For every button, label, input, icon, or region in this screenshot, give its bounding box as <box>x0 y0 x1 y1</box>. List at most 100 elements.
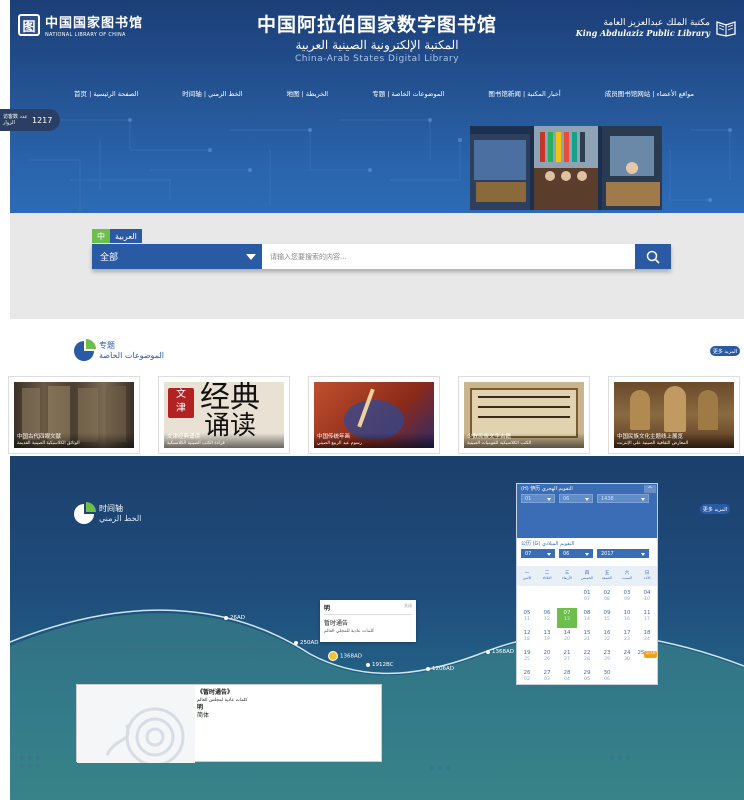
calendar-day[interactable]: 14 20 <box>557 628 577 648</box>
calendar-day[interactable]: 15 21 <box>577 628 597 648</box>
calendar-empty-cell <box>557 588 577 608</box>
gregorian-month-select[interactable]: 06 <box>559 549 593 558</box>
hijri-day-select[interactable]: 01 <box>521 494 555 503</box>
collapse-chevron-up-icon[interactable]: ^ <box>644 485 656 493</box>
visitor-counter: 访客数 عدد الزوار 1217 <box>0 109 60 131</box>
calendar-day[interactable]: 01 07 <box>577 588 597 608</box>
timeline-title-cn: 时间轴 <box>99 504 123 513</box>
weekday-header: 六 السبت <box>617 571 637 581</box>
weekday-ar: السبت <box>622 576 632 580</box>
calendar-day[interactable]: 20 26 <box>537 648 557 668</box>
topic-card-online-exhibition[interactable]: 中国民族文化主题线上展览 المعارض الثقافية الصينية على… <box>608 376 740 454</box>
search-input[interactable] <box>262 244 635 269</box>
calendar-day[interactable]: 23 29 <box>597 648 617 668</box>
calendar-day[interactable]: 21 27 <box>557 648 577 668</box>
lang-tab-chinese[interactable]: 中 <box>92 229 110 243</box>
gregorian-day-number: 07 <box>563 610 571 616</box>
search-icon <box>646 250 660 264</box>
calendar-day[interactable]: 13 19 <box>537 628 557 648</box>
timeline-point-active[interactable]: 1368AD <box>328 651 362 661</box>
nav-library-news[interactable]: 图书馆新闻 | أخبار المكتبة <box>488 88 560 98</box>
cloud-pattern-decoration <box>77 685 195 763</box>
timeline-point[interactable]: 26AD <box>224 615 245 621</box>
main-nav: 首页 | الصفحة الرئيسية 时间轴 | الخط الزمني 地… <box>74 88 694 98</box>
calendar-day[interactable]: 02 08 <box>597 588 617 608</box>
nav-map[interactable]: 地图 | الخريطة <box>287 88 329 98</box>
visitor-count: 1217 <box>32 115 53 125</box>
calendar-day[interactable]: 19 25 <box>517 648 537 668</box>
timeline-more-button[interactable]: 更多 المزيد <box>700 504 730 514</box>
calendar-day[interactable]: 12 18 <box>517 628 537 648</box>
calendar-day[interactable]: 05 11 <box>517 608 537 628</box>
timeline-point[interactable]: 1206AD <box>426 666 454 672</box>
calendar-day[interactable]: 24 30 <box>617 648 637 668</box>
gregorian-header: 公历 (G) التقويم الميلادي 07 06 2017 <box>517 538 657 566</box>
gregorian-label: 公历 (G) التقويم الميلادي <box>521 541 575 547</box>
nav-home[interactable]: 首页 | الصفحة الرئيسية <box>74 88 138 98</box>
weekday-header: 日 الأحد <box>637 571 657 581</box>
calendar-day[interactable]: 09 15 <box>597 608 617 628</box>
dual-calendar: (H) 伊历 التقويم الهجري 01 06 1438 ^ 公历 (G… <box>516 483 658 685</box>
calendar-day[interactable]: 03 09 <box>617 588 637 608</box>
calendar-day[interactable]: 11 17 <box>637 608 657 628</box>
weekday-ar: الثلاثاء <box>542 576 552 580</box>
calendar-day[interactable]: 06 12 <box>537 608 557 628</box>
gregorian-day-select[interactable]: 07 <box>521 549 555 558</box>
nav-timeline[interactable]: 时间轴 | الخط الزمني <box>182 88 242 98</box>
calendar-day[interactable]: 22 28 <box>577 648 597 668</box>
timeline-point[interactable]: 1368AD <box>486 649 514 655</box>
gregorian-day-number: 04 <box>643 590 651 596</box>
hijri-day-number: 28 <box>584 656 590 662</box>
timeline-point[interactable]: 250AD <box>294 640 319 646</box>
gregorian-day-value: 07 <box>525 550 532 557</box>
hijri-day-number: 27 <box>564 656 570 662</box>
calendar-day[interactable]: 26 02 <box>517 668 537 688</box>
nav-topics[interactable]: 专题 | الموضوعات الخاصة <box>372 88 444 98</box>
calendar-day[interactable]: 16 22 <box>597 628 617 648</box>
calendar-day[interactable]: 10 16 <box>617 608 637 628</box>
hijri-day-number: 30 <box>624 656 630 662</box>
topics-more-button[interactable]: 更多 المزيد <box>710 346 740 356</box>
calendar-day[interactable]: 08 14 <box>577 608 597 628</box>
calendar-day[interactable]: 28 04 <box>557 668 577 688</box>
topic-card-ancient-documents[interactable]: 中国古代四眼文献 الوثائق الكلاسيكية الصينية القدي… <box>8 376 140 454</box>
timeline-dot <box>224 615 228 620</box>
calendar-empty-cell <box>617 668 637 688</box>
search-button[interactable] <box>635 244 671 269</box>
popup-close-button[interactable]: 关闭 <box>404 603 412 612</box>
search-scope-select[interactable]: 全部 <box>92 244 262 269</box>
hijri-label: (H) 伊历 التقويم الهجري <box>521 486 573 492</box>
calendar-day[interactable]: 27 03 <box>537 668 557 688</box>
gregorian-year-select[interactable]: 2017 <box>597 549 649 558</box>
gregorian-day-number: 21 <box>563 650 571 656</box>
calendar-day[interactable]: 30 06 <box>597 668 617 688</box>
topic-card-classic-reading[interactable]: 文津 经典 诵读 文津经典诵读 قراءة الكتب الصينية الكلا… <box>158 376 290 454</box>
timeline-popup[interactable]: 明 关闭 暂时通告 كلمات عادية للمجلي العالم <box>320 600 416 642</box>
calendar-day[interactable]: 18 24 <box>637 628 657 648</box>
detail-title-ar: كلمات عادية لمجلس العالم <box>197 697 248 703</box>
timeline-title-ar: الخط الزمني <box>99 514 142 523</box>
topic-card-title-ar: الكتب الكلاسيكية للقوميات الصينية <box>467 440 532 446</box>
gregorian-day-number: 15 <box>583 630 591 636</box>
hijri-month-select[interactable]: 06 <box>559 494 593 503</box>
kapl-logo[interactable]: مكتبة الملك عبدالعزيز العامة King Abdula… <box>576 18 736 38</box>
lang-tab-arabic[interactable]: العربية <box>110 229 142 243</box>
calendar-day[interactable]: 17 23 <box>617 628 637 648</box>
popup-text: 暂时通告 <box>324 620 349 627</box>
weekday-header: 四 الخميس <box>577 571 597 581</box>
topic-card-minority-scripts[interactable]: 少数民族文字古籍 الكتب الكلاسيكية للقوميات الصيني… <box>458 376 590 454</box>
hijri-day-number: 11 <box>524 616 530 622</box>
banner-photo[interactable] <box>470 126 662 210</box>
timeline-point[interactable]: 1912BC <box>366 662 394 668</box>
gregorian-month-value: 06 <box>563 550 570 557</box>
calendar-empty-cell <box>517 588 537 608</box>
hijri-year-select[interactable]: 1438 <box>597 494 649 503</box>
calendar-day[interactable]: 07 13 <box>557 608 577 628</box>
calendar-day[interactable]: 251/10 <box>637 648 657 668</box>
topic-card-new-year-paintings[interactable]: 中国传统年画 رسوم عيد الربيع الصيني <box>308 376 440 454</box>
timeline-detail-card[interactable]: 《暂时通告》 كلمات عادية لمجلس العالم 明 简体 <box>76 684 382 763</box>
calendar-day[interactable]: 29 05 <box>577 668 597 688</box>
calendar-empty-cell <box>637 668 657 688</box>
nav-member-libraries[interactable]: 成员图书馆网站 | مواقع الأعضاء <box>605 88 694 98</box>
calendar-day[interactable]: 04 10 <box>637 588 657 608</box>
